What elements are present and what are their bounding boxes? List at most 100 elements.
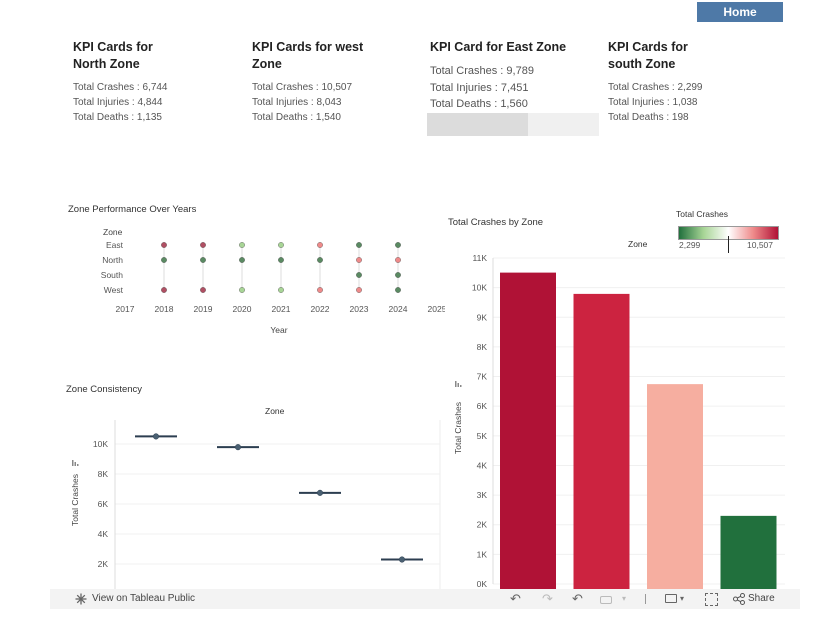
performance-point[interactable]	[239, 242, 245, 248]
performance-point[interactable]	[161, 257, 167, 263]
performance-point[interactable]	[278, 242, 284, 248]
bar-y-tick-label: 10K	[472, 283, 487, 293]
performance-point[interactable]	[356, 272, 362, 278]
performance-point[interactable]	[200, 242, 206, 248]
kpi-card-west: KPI Cards for west Zone Total Crashes : …	[252, 39, 363, 125]
performance-point[interactable]	[317, 242, 323, 248]
revert-icon[interactable]: ↶	[572, 591, 583, 607]
share-icon[interactable]	[733, 593, 745, 605]
bar-y-axis-label: Total Crashes	[453, 402, 463, 454]
performance-point[interactable]	[239, 287, 245, 293]
performance-point[interactable]	[239, 257, 245, 263]
download-icon[interactable]	[665, 594, 677, 603]
kpi-total-crashes: Total Crashes : 2,299	[608, 82, 703, 93]
kpi-total-crashes: Total Crashes : 6,744	[73, 82, 168, 93]
consistency-y-tick-label: 6K	[98, 499, 109, 509]
bar-y-tick-label: 9K	[477, 312, 488, 322]
kpi-title-line2: Zone	[252, 57, 282, 71]
bar-west[interactable]	[500, 272, 556, 590]
kpi-card-east: KPI Card for East Zone Total Crashes : 9…	[430, 39, 566, 113]
kpi-title: KPI Cards for	[608, 40, 688, 54]
kpi-total-injuries: Total Injuries : 8,043	[252, 97, 342, 108]
performance-point[interactable]	[278, 257, 284, 263]
performance-point[interactable]	[395, 272, 401, 278]
kpi-total-injuries: Total Injuries : 1,038	[608, 97, 698, 108]
consistency-y-tick-label: 10K	[93, 439, 108, 449]
view-on-tableau-link[interactable]: View on Tableau Public	[92, 593, 195, 604]
download-dropdown-icon[interactable]: ▾	[680, 594, 684, 603]
undo-icon[interactable]: ↶	[510, 591, 521, 607]
year-tick-label: 2017	[116, 304, 135, 314]
pause-updates-icon[interactable]	[600, 596, 612, 604]
zone-row-label: North	[102, 255, 123, 265]
kpi-total-injuries: Total Injuries : 7,451	[430, 81, 529, 94]
bar-y-tick-label: 6K	[477, 401, 488, 411]
zone-row-label: South	[101, 270, 123, 280]
consistency-y-tick-label: 8K	[98, 469, 109, 479]
consistency-point[interactable]	[398, 556, 406, 563]
consistency-y-tick-label: 2K	[98, 559, 109, 569]
zone-row-label: East	[106, 240, 124, 250]
performance-point[interactable]	[161, 242, 167, 248]
bar-y-tick-label: 0K	[477, 579, 488, 589]
bar-y-tick-label: 7K	[477, 372, 488, 382]
bar-east[interactable]	[573, 293, 630, 590]
zone-row-header: Zone	[103, 227, 123, 237]
kpi-total-crashes: Total Crashes : 9,789	[430, 65, 534, 77]
kpi-card-south: KPI Cards for south Zone Total Crashes :…	[608, 39, 703, 125]
bar-y-tick-label: 2K	[477, 520, 488, 530]
kpi-title: KPI Card for East Zone	[430, 40, 567, 54]
consistency-column-header: Zone	[265, 406, 285, 416]
kpi-title: KPI Cards for west	[252, 40, 364, 54]
toolbar-divider	[645, 594, 646, 604]
year-tick-label: 2022	[311, 304, 330, 314]
consistency-y-tick-label: 4K	[98, 529, 109, 539]
sort-icon[interactable]	[455, 381, 462, 387]
home-button[interactable]: Home	[697, 2, 783, 22]
consistency-y-axis-label: Total Crashes	[70, 474, 80, 526]
kpi-total-deaths: Total Deaths : 198	[608, 112, 689, 123]
kpi-scroll-thumb[interactable]	[427, 113, 528, 136]
zone-performance-chart: Zone East North South West 2017 2018 2019 2020…	[101, 227, 445, 335]
consistency-point[interactable]	[152, 433, 160, 440]
year-tick-label: 2024	[389, 304, 408, 314]
kpi-total-injuries: Total Injuries : 4,844	[73, 97, 163, 108]
consistency-point[interactable]	[234, 444, 242, 451]
bar-y-tick-label: 1K	[477, 549, 488, 559]
performance-point[interactable]	[317, 287, 323, 293]
performance-point[interactable]	[356, 287, 362, 293]
year-tick-label: 2019	[194, 304, 213, 314]
consistency-point[interactable]	[316, 489, 324, 496]
bar-south[interactable]	[720, 515, 777, 590]
performance-point[interactable]	[200, 287, 206, 293]
performance-point[interactable]	[317, 257, 323, 263]
year-tick-label: 2020	[233, 304, 252, 314]
kpi-total-crashes: Total Crashes : 10,507	[252, 82, 353, 93]
bar-y-tick-label: 3K	[477, 490, 488, 500]
year-axis-label: Year	[270, 325, 287, 335]
kpi-title-line2: North Zone	[73, 57, 140, 71]
performance-point[interactable]	[395, 287, 401, 293]
fullscreen-icon[interactable]	[705, 593, 718, 606]
bar-north[interactable]	[647, 384, 703, 590]
performance-point[interactable]	[395, 242, 401, 248]
kpi-scroll-track[interactable]	[528, 113, 599, 136]
performance-point[interactable]	[356, 257, 362, 263]
performance-point[interactable]	[161, 287, 167, 293]
zone-performance-title: Zone Performance Over Years	[68, 204, 197, 215]
performance-point[interactable]	[356, 242, 362, 248]
tableau-logo-icon	[75, 593, 87, 605]
share-button[interactable]: Share	[748, 593, 775, 604]
year-tick-label: 2018	[155, 304, 174, 314]
redo-icon[interactable]: ↷	[542, 591, 553, 607]
kpi-total-deaths: Total Deaths : 1,560	[430, 98, 528, 110]
kpi-title: KPI Cards for	[73, 40, 153, 54]
sort-icon[interactable]	[72, 460, 79, 466]
performance-point[interactable]	[200, 257, 206, 263]
year-tick-label: 2025	[428, 304, 445, 314]
bar-y-tick-label: 4K	[477, 460, 488, 470]
performance-point[interactable]	[395, 257, 401, 263]
zone-consistency-title: Zone Consistency	[66, 384, 143, 395]
refresh-dropdown-icon[interactable]: ▾	[622, 594, 626, 603]
performance-point[interactable]	[278, 287, 284, 293]
